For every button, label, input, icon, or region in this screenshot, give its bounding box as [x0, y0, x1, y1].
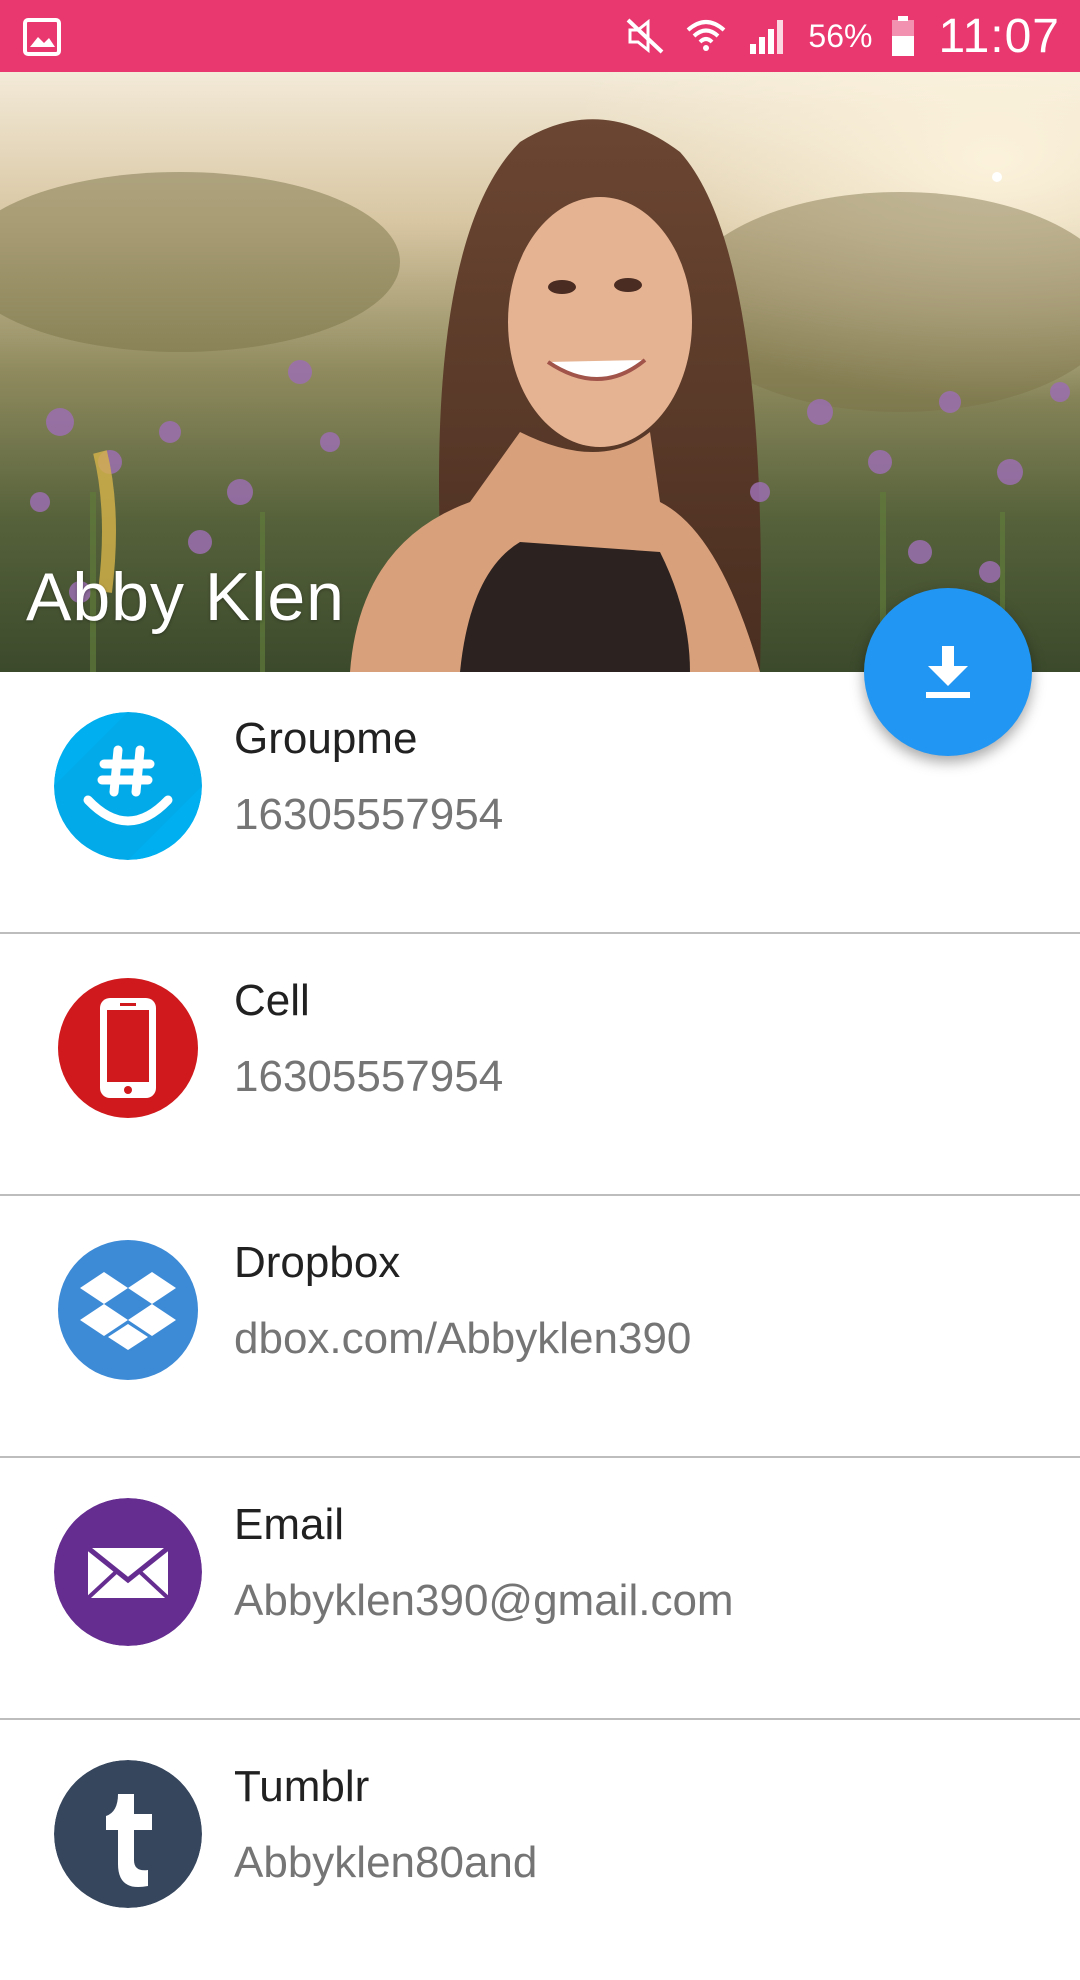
groupme-avatar [54, 712, 202, 860]
service-value: Abbyklen80and [234, 1838, 538, 1887]
contact-header: Abby Klen [0, 72, 1080, 672]
download-button[interactable] [864, 588, 1032, 756]
list-item-cell[interactable]: Cell 16305557954 [0, 934, 1080, 1196]
phone-icon [58, 978, 198, 1118]
list-item-tumblr[interactable]: Tumblr Abbyklen80and [0, 1720, 1080, 1980]
status-bar: 56% 11:07 [0, 0, 1080, 72]
list-item-email[interactable]: Email Abbyklen390@gmail.com [0, 1458, 1080, 1720]
contact-name: Abby Klen [26, 559, 345, 635]
dropbox-icon [58, 1240, 198, 1380]
clock: 11:07 [938, 9, 1060, 63]
signal-icon [750, 20, 784, 54]
service-name: Email [234, 1500, 345, 1549]
mail-icon [54, 1498, 202, 1646]
service-name: Cell [234, 976, 310, 1025]
email-avatar [54, 1498, 202, 1646]
battery-icon [892, 16, 915, 56]
image-icon [23, 18, 61, 56]
contact-methods-list: Groupme 16305557954 Cell 16305557954 Dro… [0, 672, 1080, 1980]
groupme-icon [54, 712, 202, 860]
service-value: Abbyklen390@gmail.com [234, 1576, 734, 1625]
service-name: Groupme [234, 714, 418, 763]
tumblr-icon [54, 1760, 202, 1908]
service-name: Tumblr [234, 1762, 370, 1811]
tumblr-avatar [54, 1760, 202, 1908]
service-value: dbox.com/Abbyklen390 [234, 1314, 692, 1363]
service-value: 16305557954 [234, 790, 504, 839]
battery-percent: 56% [808, 17, 873, 54]
cell-avatar [54, 974, 202, 1122]
download-icon [926, 646, 970, 698]
service-value: 16305557954 [234, 1052, 504, 1101]
overflow-indicator [992, 172, 1002, 182]
service-name: Dropbox [234, 1238, 401, 1287]
wifi-icon [687, 20, 726, 51]
mute-icon [627, 18, 664, 54]
dropbox-avatar [54, 1236, 202, 1384]
list-item-dropbox[interactable]: Dropbox dbox.com/Abbyklen390 [0, 1196, 1080, 1458]
